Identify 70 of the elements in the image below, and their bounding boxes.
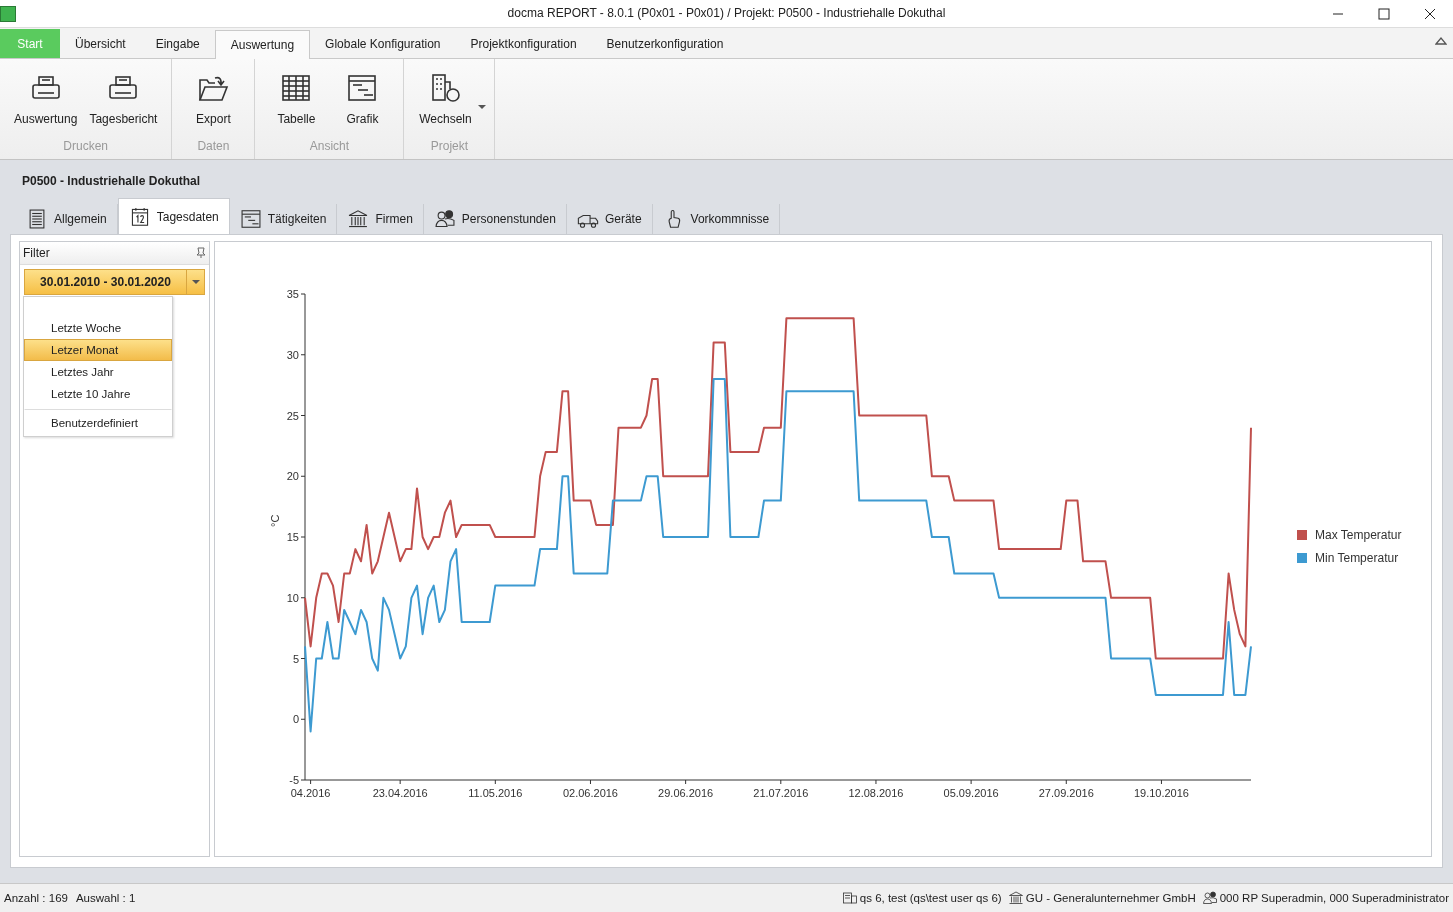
y-tick-label: 0 [292, 713, 299, 726]
x-tick-label: 05.09.2016 [943, 787, 999, 799]
ribbon-button[interactable]: Export [180, 69, 247, 129]
menu-item[interactable]: Letztes Jahr [24, 361, 172, 383]
tab[interactable]: Tagesdaten [117, 198, 230, 234]
x-tick-label: 19.10.2016 [1133, 787, 1189, 799]
y-tick-label: 15 [286, 531, 299, 543]
group-label: Ansicht [308, 139, 351, 155]
ribbon-button[interactable]: Grafik [329, 69, 396, 129]
x-tick-label: 21.07.2016 [753, 787, 809, 799]
gantt-chart-icon [239, 208, 262, 230]
collapse-ribbon-icon[interactable] [1435, 36, 1447, 45]
panel-title: Filter [23, 246, 50, 260]
x-tick-label: 27.09.2016 [1038, 787, 1094, 799]
status-text: qs 6, test (qs\test user qs 6) [859, 892, 1002, 904]
ribbon-tab[interactable]: Übersicht [60, 30, 141, 58]
group-label: Drucken [62, 139, 110, 155]
caret-icon[interactable] [478, 105, 487, 110]
status-text: Auswahl : 1 [75, 892, 136, 904]
ribbon-tab[interactable]: Benutzerkonfiguration [591, 30, 739, 58]
y-tick-label: 25 [286, 409, 299, 422]
group-label: Daten [196, 139, 231, 155]
y-tick-label: 35 [286, 288, 299, 300]
status-text: Anzahl : 169 [4, 892, 68, 904]
maximize-icon [1378, 7, 1390, 20]
menu-item[interactable]: Letzte Woche [24, 317, 172, 339]
close-icon [1424, 7, 1436, 20]
y-axis-label: °C [269, 514, 281, 527]
caret-icon [191, 279, 200, 285]
app-icon [0, 5, 16, 22]
document-icon [26, 208, 48, 230]
table-icon [280, 72, 313, 104]
window-title: docma REPORT - 8.0.1 (P0x01 - P0x01) / Projekt: P0500 - Industriehalle Dokuthal [507, 6, 946, 20]
ribbon-tab[interactable]: Auswertung [214, 30, 311, 59]
x-tick-label: 12.08.2016 [848, 787, 904, 799]
people-icon [1201, 890, 1218, 906]
y-tick-label: 30 [286, 348, 299, 361]
ribbon-tab[interactable]: Globale Konfiguration [310, 30, 456, 58]
bank-icon [347, 208, 370, 230]
x-tick-label: 23.04.2016 [372, 787, 428, 799]
y-tick-label: 20 [286, 470, 299, 483]
legend-label: Max Temperatur [1315, 528, 1402, 542]
ribbon-button[interactable]: Auswertung [8, 69, 84, 129]
menu-item[interactable]: Benutzerdefiniert [24, 409, 172, 434]
group-label: Projekt [429, 139, 470, 155]
y-tick-label: 10 [286, 591, 299, 604]
x-tick-label: 02.06.2016 [562, 787, 618, 799]
computer-icon [841, 890, 858, 906]
building-icon [429, 72, 462, 104]
y-tick-label: -5 [289, 774, 299, 786]
y-tick-label: 5 [292, 652, 299, 665]
bank-icon [1007, 890, 1024, 906]
status-text: GU - Generalunternehmer GmbH [1025, 892, 1196, 904]
legend-label: Min Temperatur [1315, 551, 1399, 565]
ribbon-tab[interactable]: Projektkonfiguration [455, 30, 592, 58]
menu-item[interactable]: Letzer Monat [24, 339, 172, 361]
pin-icon[interactable] [196, 247, 206, 259]
x-tick-label: 11.05.2016 [468, 787, 523, 799]
gantt-chart-icon [346, 72, 379, 104]
x-tick-label: 04.2016 [290, 787, 331, 799]
project-title: P0500 - Industriehalle Dokuthal [22, 174, 201, 188]
people-icon [433, 208, 456, 230]
ribbon-tab[interactable]: Eingabe [140, 30, 215, 58]
status-text: 000 RP Superadmin, 000 Superadministrator [1219, 892, 1449, 904]
x-tick-label: 29.06.2016 [658, 787, 714, 799]
ribbon-button[interactable]: Tagesbericht [83, 69, 164, 129]
menu-item[interactable]: Letzte 10 Jahre [24, 383, 172, 405]
date-range-dropdown[interactable]: 30.01.2010 - 30.01.2020 [24, 269, 205, 295]
ribbon-button[interactable]: Tabelle [263, 69, 330, 129]
ribbon-button[interactable]: Wechseln [412, 69, 479, 129]
